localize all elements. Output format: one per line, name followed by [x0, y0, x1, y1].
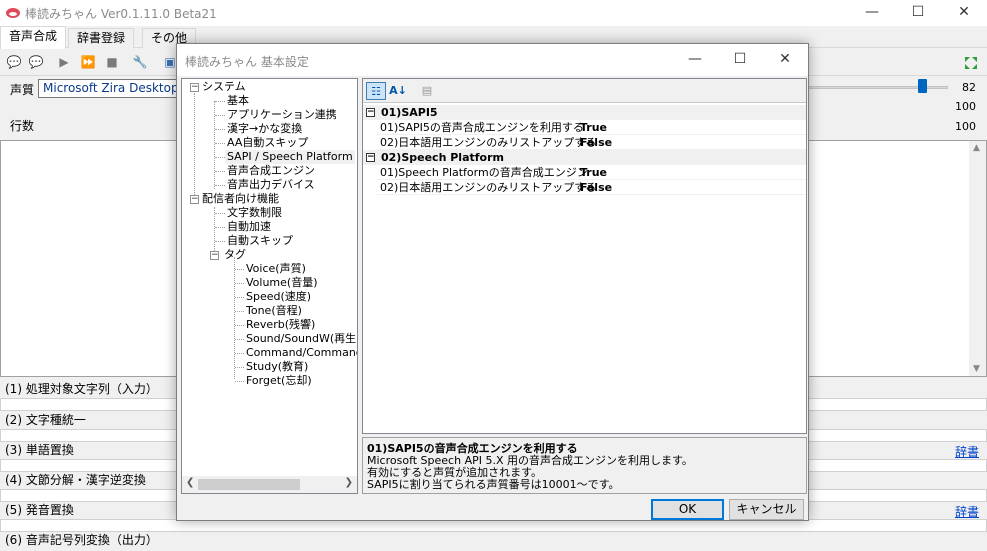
- tree-item-tag-voice[interactable]: Voice(声質): [246, 262, 306, 276]
- alphabetical-sort-icon[interactable]: A↓: [388, 82, 408, 100]
- row-count-label: 行数: [10, 119, 35, 133]
- tree-item-tag-sound[interactable]: Sound/SoundW(再生): [246, 332, 357, 346]
- dictionary-link[interactable]: 辞書: [955, 503, 979, 520]
- property-description: 01)SAPI5の音声合成エンジンを利用する Microsoft Speech …: [362, 437, 807, 494]
- ok-button[interactable]: OK: [651, 499, 724, 520]
- category-collapse-toggle[interactable]: −: [366, 108, 375, 117]
- property-pages-icon[interactable]: ▤: [417, 82, 437, 100]
- tree-horizontal-scrollbar[interactable]: ❮ ❯: [182, 476, 357, 493]
- title-bar: 棒読みちゃん Ver0.1.11.0 Beta21 — ☐ ✕: [0, 0, 987, 26]
- property-row[interactable]: 02)日本語用エンジンのみリストアップする False: [377, 180, 806, 195]
- tree-item-streamer[interactable]: 配信者向け機能: [202, 192, 279, 206]
- tree-item-system[interactable]: システム: [202, 80, 246, 94]
- tab-dictionary[interactable]: 辞書登録: [68, 28, 135, 48]
- tree-item-tag-volume[interactable]: Volume(音量): [246, 276, 318, 290]
- property-name: 02)日本語用エンジンのみリストアップする: [380, 136, 597, 149]
- expand-arrows-icon[interactable]: [963, 55, 979, 71]
- tree-item-aa-skip[interactable]: AA自動スキップ: [227, 136, 308, 150]
- category-name: 02)Speech Platform: [381, 151, 504, 164]
- category-name: 01)SAPI5: [381, 106, 438, 119]
- dialog-title-bar: 棒読みちゃん 基本設定 — ☐ ✕: [177, 44, 808, 76]
- voice-label: 声質: [10, 83, 35, 97]
- tree-item-tag-command[interactable]: Command/CommandW: [246, 346, 357, 360]
- tree-item-synth-engine[interactable]: 音声合成エンジン: [227, 164, 315, 178]
- maximize-button[interactable]: ☐: [895, 0, 941, 26]
- speak-icon[interactable]: 💬: [4, 53, 24, 71]
- property-value[interactable]: False: [580, 180, 612, 195]
- step-label: (6) 音声記号列変換（出力）: [5, 533, 158, 547]
- volume-slider-thumb[interactable]: [918, 79, 928, 93]
- voice-select[interactable]: Microsoft Zira Desktop -: [38, 79, 178, 98]
- play-icon[interactable]: ▶: [54, 53, 74, 71]
- tree-item-char-limit[interactable]: 文字数制限: [227, 206, 282, 220]
- settings-tree: − システム 基本 アプリケーション連携 漢字→かな変換 AA自動スキップ SA…: [181, 78, 358, 494]
- app-title: 棒読みちゃん Ver0.1.11.0 Beta21: [25, 7, 217, 21]
- tree-item-tag-forget[interactable]: Forget(忘却): [246, 374, 312, 388]
- property-grid: ☷ A↓ ▤ − 01)SAPI5 01)SAPI5の音声合成エンジンを利用する…: [362, 78, 807, 434]
- tree-item-output-device[interactable]: 音声出力デバイス: [227, 178, 315, 192]
- app-logo-icon: [6, 8, 20, 18]
- tree-item-sapi-speech-platform[interactable]: SAPI / Speech Platform: [225, 150, 355, 164]
- tree-item-tag-speed[interactable]: Speed(速度): [246, 290, 311, 304]
- property-name: 02)日本語用エンジンのみリストアップする: [380, 181, 597, 194]
- tree-collapse-toggle[interactable]: −: [210, 251, 219, 260]
- tree-item-tag-reverb[interactable]: Reverb(残響): [246, 318, 315, 332]
- fast-forward-icon[interactable]: ⏩: [78, 53, 98, 71]
- speak-icon[interactable]: 💬: [26, 53, 46, 71]
- settings-dialog: 棒読みちゃん 基本設定 — ☐ ✕ − システム 基本 アプリケーション連携 漢…: [176, 43, 809, 521]
- tree-collapse-toggle[interactable]: −: [190, 83, 199, 92]
- textarea-scrollbar[interactable]: ▲ ▼: [969, 141, 986, 376]
- scroll-left-icon[interactable]: ❮: [186, 477, 194, 488]
- minimize-button[interactable]: —: [849, 0, 895, 26]
- scroll-down-icon[interactable]: ▼: [973, 364, 980, 374]
- property-value[interactable]: False: [580, 135, 612, 150]
- property-category[interactable]: − 01)SAPI5: [363, 105, 806, 120]
- tree-item-tag-study[interactable]: Study(教育): [246, 360, 308, 374]
- tree-item-tag-tone[interactable]: Tone(音程): [246, 304, 302, 318]
- tree-item-auto-skip[interactable]: 自動スキップ: [227, 234, 293, 248]
- property-value[interactable]: True: [580, 165, 607, 180]
- tree-collapse-toggle[interactable]: −: [190, 195, 199, 204]
- stop-icon[interactable]: ■: [102, 53, 122, 71]
- category-collapse-toggle[interactable]: −: [366, 153, 375, 162]
- tone-value: 100: [955, 120, 976, 133]
- property-category[interactable]: − 02)Speech Platform: [363, 150, 806, 165]
- property-value[interactable]: True: [580, 120, 607, 135]
- scroll-right-icon[interactable]: ❯: [345, 477, 353, 488]
- tree-scroll-thumb[interactable]: [198, 479, 300, 490]
- property-name: 01)SAPI5の音声合成エンジンを利用する: [380, 121, 584, 134]
- property-row[interactable]: 01)Speech Platformの音声合成エンジン True: [377, 165, 806, 180]
- dialog-minimize-button[interactable]: —: [672, 48, 718, 72]
- scroll-up-icon[interactable]: ▲: [973, 143, 980, 153]
- description-line: SAPI5に割り当てられる声質番号は10001〜です。: [367, 478, 620, 491]
- cancel-button[interactable]: キャンセル: [729, 499, 804, 520]
- dictionary-link[interactable]: 辞書: [955, 443, 979, 460]
- speed-value: 100: [955, 100, 976, 113]
- property-row[interactable]: 01)SAPI5の音声合成エンジンを利用する True: [377, 120, 806, 135]
- tree-item-auto-accel[interactable]: 自動加速: [227, 220, 271, 234]
- tree-item-app-integration[interactable]: アプリケーション連携: [227, 108, 337, 122]
- dialog-title: 棒読みちゃん 基本設定: [185, 55, 309, 69]
- property-name: 01)Speech Platformの音声合成エンジン: [380, 166, 588, 179]
- wrench-icon[interactable]: 🔧: [130, 53, 150, 71]
- close-button[interactable]: ✕: [941, 0, 987, 26]
- property-grid-toolbar: ☷ A↓ ▤: [363, 79, 806, 103]
- categorized-view-icon[interactable]: ☷: [366, 82, 386, 100]
- volume-value: 82: [962, 81, 976, 94]
- tree-item-kanji-kana[interactable]: 漢字→かな変換: [227, 122, 302, 136]
- dialog-maximize-button[interactable]: ☐: [717, 48, 763, 72]
- tree-item-basic[interactable]: 基本: [227, 94, 249, 108]
- tree-item-tag[interactable]: タグ: [224, 248, 246, 262]
- property-row[interactable]: 02)日本語用エンジンのみリストアップする False: [377, 135, 806, 150]
- tab-speech-synthesis[interactable]: 音声合成: [0, 26, 67, 49]
- dialog-close-button[interactable]: ✕: [762, 48, 808, 72]
